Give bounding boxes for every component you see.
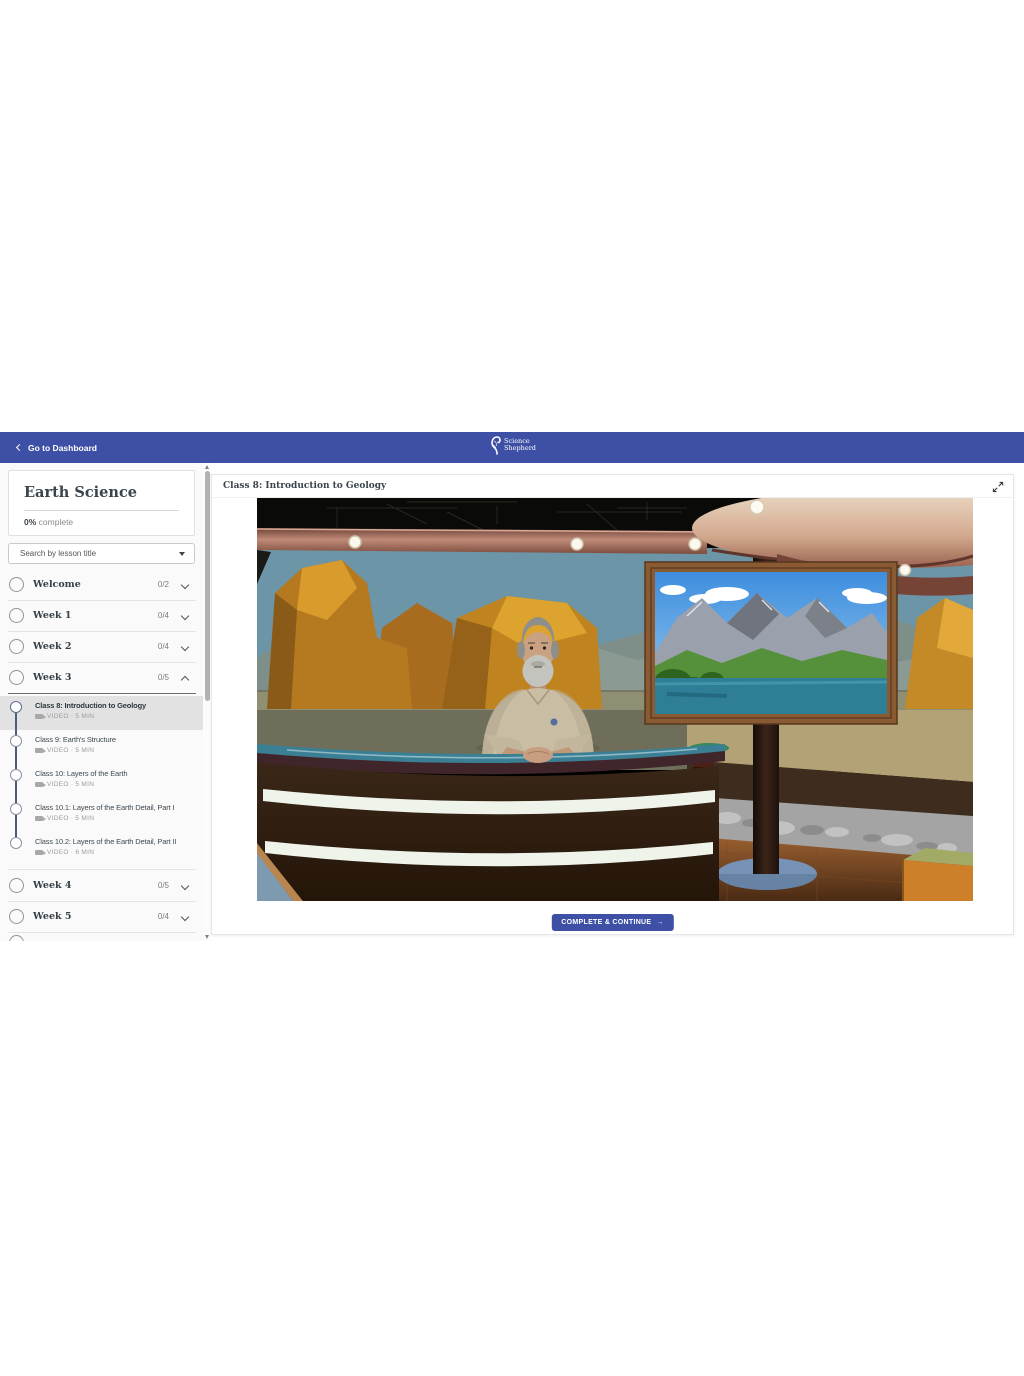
- lesson-status-circle: [10, 803, 22, 815]
- chevron-left-icon: [16, 444, 23, 451]
- lesson-meta: VIDEO · 5 MIN: [35, 747, 94, 754]
- lesson-title: Class 10: Layers of the Earth: [35, 769, 127, 778]
- scrollbar-thumb[interactable]: [205, 471, 210, 701]
- lesson-title: Class 8: Introduction to Geology: [35, 701, 146, 710]
- lesson-item-class-8[interactable]: Class 8: Introduction to Geology VIDEO ·…: [0, 696, 203, 730]
- lesson-status-circle: [10, 701, 22, 713]
- chevron-down-icon[interactable]: [179, 552, 185, 556]
- lesson-header-title: Class 8: Introduction to Geology: [223, 475, 386, 498]
- shepherd-crook-icon: [488, 435, 501, 455]
- sidebar-section-week-1[interactable]: Week 1 0/4: [0, 600, 203, 631]
- progress-value: 0%: [24, 517, 36, 527]
- course-progress: 0% complete: [9, 511, 194, 527]
- lesson-search-box: [8, 543, 195, 564]
- course-title: Earth Science: [9, 471, 194, 501]
- section-progress: 0/5: [158, 662, 169, 693]
- video-camera-icon: [35, 782, 43, 787]
- top-navigation-bar: Go to Dashboard Science Shepherd: [0, 432, 1024, 463]
- lesson-meta: VIDEO · 5 MIN: [35, 713, 94, 720]
- complete-continue-label: COMPLETE & CONTINUE: [561, 919, 651, 926]
- sidebar-scrollbar: [203, 463, 211, 941]
- sidebar-section-week-5[interactable]: Week 5 0/4: [0, 901, 203, 932]
- lesson-status-circle: [10, 735, 22, 747]
- section-status-circle: [9, 935, 24, 941]
- lesson-meta: VIDEO · 5 MIN: [35, 781, 94, 788]
- search-input[interactable]: [20, 545, 175, 562]
- section-status-circle: [9, 639, 24, 654]
- video-frame-studio-scene: [257, 498, 973, 901]
- sidebar-section-week-4[interactable]: Week 4 0/5: [0, 870, 203, 901]
- lesson-item-class-10-1[interactable]: Class 10.1: Layers of the Earth Detail, …: [0, 798, 203, 832]
- lesson-content-card: Class 8: Introduction to Geology: [211, 474, 1014, 935]
- logo-wordmark: Science Shepherd: [504, 438, 536, 452]
- scroll-down-arrow[interactable]: [205, 935, 209, 939]
- course-summary-card: Earth Science 0% complete: [8, 470, 195, 536]
- lesson-item-class-10[interactable]: Class 10: Layers of the Earth VIDEO · 5 …: [0, 764, 203, 798]
- lesson-title: Class 10.2: Layers of the Earth Detail, …: [35, 837, 176, 846]
- arrow-right-icon: →: [656, 919, 663, 926]
- chevron-up-icon: [181, 676, 189, 684]
- section-progress: 0/2: [158, 569, 169, 600]
- section-progress: 0/4: [158, 631, 169, 662]
- lesson-title: Class 9: Earth's Structure: [35, 735, 116, 744]
- video-player[interactable]: [257, 498, 973, 901]
- science-shepherd-logo: Science Shepherd: [488, 435, 536, 455]
- section-label: Week 5: [33, 901, 71, 932]
- video-camera-icon: [35, 816, 43, 821]
- lesson-item-class-9[interactable]: Class 9: Earth's Structure VIDEO · 5 MIN: [0, 730, 203, 764]
- section-status-circle: [9, 577, 24, 592]
- chevron-down-icon: [181, 643, 189, 651]
- lesson-title: Class 10.1: Layers of the Earth Detail, …: [35, 803, 174, 812]
- chevron-down-icon: [181, 913, 189, 921]
- section-status-circle: [9, 909, 24, 924]
- section-status-circle: [9, 878, 24, 893]
- section-label: Week 1: [33, 600, 71, 631]
- section-label: Week 2: [33, 631, 71, 662]
- section-progress: 0/4: [158, 901, 169, 932]
- divider: [8, 693, 196, 694]
- scroll-up-arrow[interactable]: [205, 465, 209, 469]
- chevron-down-icon: [181, 612, 189, 620]
- section-status-circle: [9, 608, 24, 623]
- section-progress: 0/4: [158, 600, 169, 631]
- lesson-meta: VIDEO · 5 MIN: [35, 815, 94, 822]
- course-player-app: Go to Dashboard Science Shepherd Earth S…: [0, 432, 1024, 941]
- divider: [8, 932, 196, 933]
- progress-label: complete: [39, 517, 74, 527]
- lesson-header: Class 8: Introduction to Geology: [212, 475, 1013, 498]
- section-status-circle: [9, 670, 24, 685]
- complete-continue-button[interactable]: COMPLETE & CONTINUE →: [551, 914, 673, 931]
- sidebar-section-welcome[interactable]: Welcome 0/2: [0, 569, 203, 600]
- lesson-status-circle: [10, 837, 22, 849]
- video-camera-icon: [35, 850, 43, 855]
- chevron-down-icon: [181, 581, 189, 589]
- fullscreen-expand-icon[interactable]: [992, 481, 1004, 493]
- go-to-dashboard-link[interactable]: Go to Dashboard: [17, 432, 97, 463]
- sidebar-section-week-2[interactable]: Week 2 0/4: [0, 631, 203, 662]
- lesson-item-class-10-2[interactable]: Class 10.2: Layers of the Earth Detail, …: [0, 832, 203, 869]
- sidebar-section-week-3[interactable]: Week 3 0/5: [0, 662, 203, 693]
- video-camera-icon: [35, 714, 43, 719]
- section-label: Week 3: [33, 662, 71, 693]
- video-camera-icon: [35, 748, 43, 753]
- lesson-meta: VIDEO · 6 MIN: [35, 849, 94, 856]
- section-progress: 0/5: [158, 870, 169, 901]
- go-to-dashboard-label: Go to Dashboard: [28, 443, 97, 453]
- lesson-status-circle: [10, 769, 22, 781]
- section-label: Welcome: [33, 569, 81, 600]
- section-label: Week 4: [33, 870, 71, 901]
- lesson-sidebar: Earth Science 0% complete Welcome 0/2 We…: [0, 463, 203, 941]
- chevron-down-icon: [181, 882, 189, 890]
